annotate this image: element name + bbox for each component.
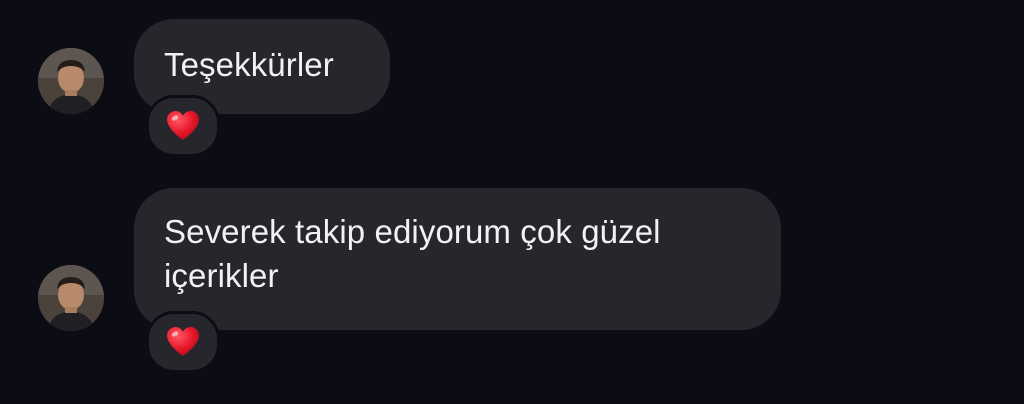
user-avatar[interactable] xyxy=(38,48,104,114)
heart-emoji-icon xyxy=(166,110,200,142)
message-bubble[interactable]: Severek takip ediyorum çok güzel içerikl… xyxy=(134,188,781,330)
user-avatar[interactable] xyxy=(38,265,104,331)
avatar-photo-icon xyxy=(38,48,104,114)
message-text: Severek takip ediyorum çok güzel içerikl… xyxy=(164,213,661,294)
reaction-badge[interactable] xyxy=(146,95,220,157)
heart-emoji-icon xyxy=(166,326,200,358)
message-text: Teşekkürler xyxy=(164,46,334,83)
reaction-badge[interactable] xyxy=(146,311,220,373)
avatar-photo-icon xyxy=(38,265,104,331)
